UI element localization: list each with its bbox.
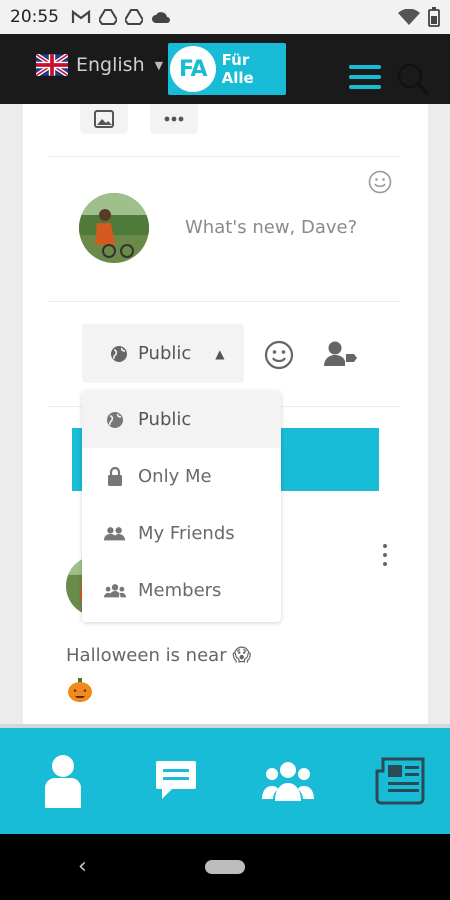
privacy-option-label: Only Me xyxy=(138,466,212,487)
uk-flag-icon xyxy=(36,54,68,76)
drive-icon xyxy=(125,9,143,25)
search-icon[interactable] xyxy=(396,62,430,96)
media-button[interactable] xyxy=(80,104,128,134)
news-icon xyxy=(375,757,425,805)
pumpkin-emoji-icon xyxy=(68,678,92,702)
language-selector[interactable]: English ▼ xyxy=(36,54,163,76)
members-icon xyxy=(104,583,126,597)
language-label: English xyxy=(76,54,145,76)
tab-news[interactable] xyxy=(375,754,425,808)
tab-messages[interactable] xyxy=(154,754,198,808)
post-options-icon[interactable] xyxy=(380,544,390,566)
privacy-label: Public xyxy=(138,343,192,364)
emoji-icon[interactable] xyxy=(264,340,294,370)
messages-icon xyxy=(156,761,196,799)
friends-icon xyxy=(104,526,126,540)
tab-groups[interactable] xyxy=(262,754,314,808)
globe-icon xyxy=(107,411,123,428)
privacy-dropdown: Public Only Me My Friends Members xyxy=(82,391,281,622)
privacy-option-label: My Friends xyxy=(138,523,235,544)
status-time: 20:55 xyxy=(10,7,59,27)
privacy-option-only-me[interactable]: Only Me xyxy=(82,448,281,505)
battery-icon xyxy=(428,7,440,27)
hamburger-icon[interactable] xyxy=(349,65,381,89)
divider xyxy=(49,301,401,302)
gmail-icon xyxy=(71,9,91,23)
drive-icon xyxy=(99,9,117,25)
system-nav-bar: ‹ xyxy=(0,834,450,900)
privacy-option-label: Members xyxy=(138,580,222,601)
profile-icon xyxy=(45,755,81,808)
groups-icon xyxy=(262,762,314,801)
status-bar: 20:55 xyxy=(0,0,450,34)
more-button[interactable] xyxy=(150,104,198,134)
cloud-icon xyxy=(152,12,170,23)
tab-profile[interactable] xyxy=(40,754,86,808)
back-icon[interactable]: ‹ xyxy=(78,854,87,879)
privacy-option-my-friends[interactable]: My Friends xyxy=(82,505,281,562)
bottom-nav xyxy=(0,724,450,834)
home-pill[interactable] xyxy=(205,860,245,874)
logo-text: Für Alle xyxy=(221,51,254,87)
chevron-up-icon: ▲ xyxy=(215,346,225,361)
avatar[interactable] xyxy=(79,193,149,263)
site-logo[interactable]: FA Für Alle xyxy=(168,43,286,95)
privacy-option-public[interactable]: Public xyxy=(82,391,281,448)
post-input[interactable]: What's new, Dave? xyxy=(185,217,357,238)
image-icon xyxy=(94,110,114,128)
logo-mark: FA xyxy=(170,46,216,92)
wifi-icon xyxy=(398,9,420,25)
privacy-option-label: Public xyxy=(138,409,192,430)
more-icon xyxy=(164,116,184,122)
globe-icon xyxy=(111,345,127,362)
privacy-select[interactable]: Public ▲ xyxy=(82,324,244,383)
chevron-down-icon: ▼ xyxy=(154,58,164,72)
emoji-icon[interactable] xyxy=(368,170,392,194)
app-header: English ▼ FA Für Alle xyxy=(0,34,450,104)
privacy-option-members[interactable]: Members xyxy=(82,562,281,619)
divider xyxy=(49,156,401,157)
tag-user-icon[interactable] xyxy=(324,340,358,368)
lock-icon xyxy=(108,467,122,486)
post-text: Halloween is near 😱 xyxy=(66,645,252,666)
scroll-edge xyxy=(0,724,450,728)
